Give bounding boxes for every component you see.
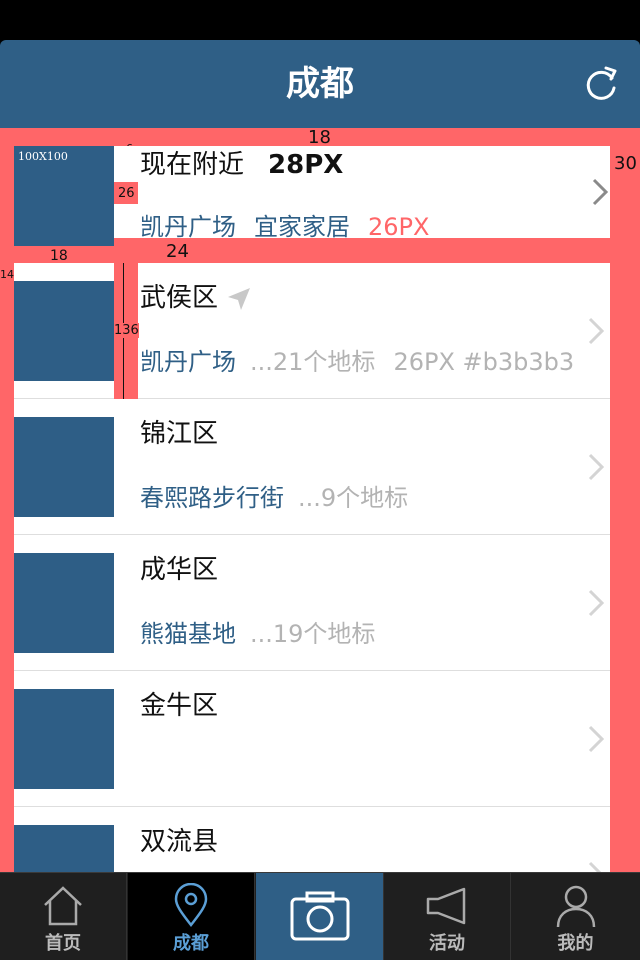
tab-city[interactable]: 成都 [128,873,255,960]
tab-label: 首页 [45,933,81,954]
tab-profile[interactable]: 我的 [512,873,639,960]
thumb-size-label: 100X100 [18,150,68,163]
tab-label: 活动 [429,933,465,954]
spacing-annotation-26: 26 [118,186,135,201]
chevron-right-icon [588,861,602,872]
subtitle-size-note: 26PX [368,213,430,241]
nav-bar: 成都 [0,40,640,128]
thumbnail [14,553,114,653]
list-item-district[interactable]: 136 武侯区 凯丹广场 ...21个地标 26PX #b3b3b3 [14,263,610,399]
location-pin-icon [174,883,208,928]
chevron-right-icon [588,453,605,481]
thumbnail: 100X100 [14,146,114,246]
row-title: 锦江区 [140,419,219,449]
chevron-right-icon [588,317,605,345]
tab-camera[interactable] [256,873,384,960]
row-title: 现在附近 28PX [140,150,344,180]
row-subtitle: 凯丹广场 宜家家居 26PX [140,213,430,241]
list-item-district[interactable]: 双流县 [14,807,610,872]
spacing-marker: 26 [114,182,138,204]
thumbnail [14,689,114,789]
spacing-annotation-right: 30 [614,153,637,174]
tab-home[interactable]: 首页 [0,873,127,960]
city-list: 18 30 6 100X100 26 现在附近28PX 凯丹广场宜家家居26PX… [0,128,640,872]
chevron-right-icon [588,589,605,617]
title-size-note: 28PX [268,150,344,180]
megaphone-icon [426,887,466,925]
list-item-district[interactable]: 锦江区 春熙路步行街 ...9个地标 [14,399,610,535]
location-arrow-icon [228,287,251,310]
thumbnail [14,825,114,872]
tab-label: 我的 [557,933,594,954]
refresh-icon[interactable] [582,64,620,104]
tab-events[interactable]: 活动 [384,873,511,960]
row-subtitle: 凯丹广场 ...21个地标 26PX #b3b3b3 [140,348,575,376]
height-annotation: 136 [114,323,139,338]
row-subtitle: 春熙路步行街 ...9个地标 [140,484,409,512]
tab-label: 成都 [173,933,209,954]
camera-icon [290,891,349,941]
user-icon [556,885,595,928]
list-item-nearby[interactable]: 100X100 26 现在附近 28PX 凯丹广场 宜家家居 26PX [14,146,610,246]
row-title: 金牛区 [140,691,219,721]
list-item-district[interactable]: 金牛区 [14,671,610,807]
row-subtitle: 熊猫基地 ...19个地标 [140,620,376,648]
row-title: 成华区 [140,555,219,585]
spacing-annotation-24: 24 [166,241,189,262]
thumbnail [14,281,114,381]
list-item-district[interactable]: 成华区 熊猫基地 ...19个地标 [14,535,610,671]
page-title: 成都 [286,64,354,104]
tab-bar: 首页 成都 活动 我的 [0,872,640,960]
thumbnail [14,417,114,517]
row-title: 双流县 [140,827,219,857]
spacing-annotation-top: 18 [308,128,331,148]
home-icon [44,886,82,926]
spacing-marker: 136 [114,263,139,399]
chevron-right-icon [592,178,609,206]
row-title: 武侯区 [140,281,252,315]
status-bar [0,0,640,40]
spacing-annotation-14: 14 [0,268,14,281]
chevron-right-icon [588,725,605,753]
